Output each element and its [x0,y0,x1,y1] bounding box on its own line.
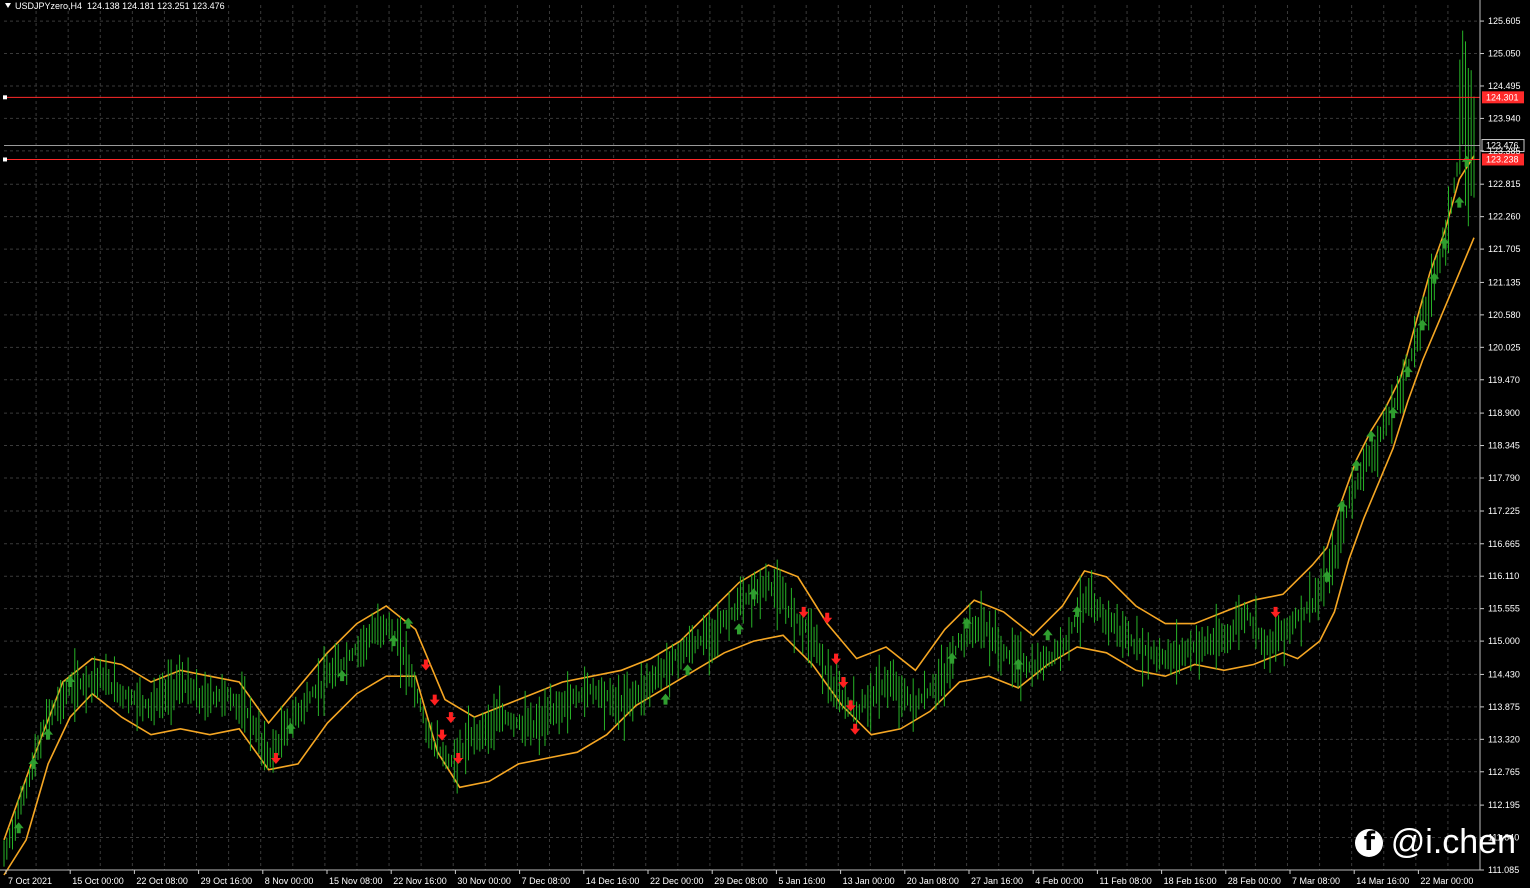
x-tick-label: 4 Feb 00:00 [1035,876,1083,886]
lower-level-label: 123.238 [1486,154,1519,164]
y-tick-label: 122.815 [1488,179,1521,189]
y-tick-label: 120.580 [1488,310,1521,320]
chart-background [0,0,1530,888]
y-tick-label: 123.385 [1488,146,1521,156]
x-tick-label: 22 Nov 16:00 [393,876,447,886]
x-tick-label: 13 Jan 00:00 [843,876,895,886]
x-tick-label: 29 Oct 16:00 [201,876,253,886]
y-tick-label: 117.790 [1488,473,1520,483]
x-tick-label: 8 Nov 00:00 [265,876,314,886]
y-tick-label: 123.940 [1488,113,1521,123]
y-tick-label: 113.875 [1488,702,1520,712]
x-tick-label: 11 Feb 08:00 [1099,876,1151,886]
level-handle [3,95,7,100]
x-tick-label: 14 Mar 16:00 [1356,876,1409,886]
x-tick-label: 22 Mar 00:00 [1420,876,1473,886]
y-tick-label: 125.605 [1488,16,1521,26]
x-tick-label: 30 Nov 00:00 [457,876,511,886]
chart-header: USDJPYzero,H4 124.138 124.181 123.251 12… [5,1,225,11]
x-tick-label: 29 Dec 08:00 [714,876,768,886]
x-tick-label: 7 Oct 2021 [8,876,52,886]
y-tick-label: 118.900 [1488,408,1520,418]
watermark: @i.chen [1354,823,1516,862]
y-tick-label: 124.495 [1488,81,1521,91]
x-tick-label: 27 Jan 16:00 [971,876,1023,886]
watermark-text: @i.chen [1390,823,1516,861]
y-tick-label: 120.025 [1488,342,1521,352]
upper-level-label: 124.301 [1486,92,1519,102]
y-tick-label: 111.085 [1488,865,1519,875]
y-tick-label: 114.430 [1488,669,1520,679]
x-tick-label: 22 Dec 00:00 [650,876,704,886]
x-tick-label: 7 Mar 08:00 [1292,876,1340,886]
x-tick-label: 14 Dec 16:00 [586,876,640,886]
symbol-label: USDJPYzero,H4 [15,1,83,11]
y-tick-label: 116.665 [1488,539,1520,549]
x-tick-label: 15 Nov 08:00 [329,876,383,886]
dropdown-triangle-icon[interactable] [5,3,11,8]
y-tick-label: 119.470 [1488,375,1520,385]
x-tick-label: 5 Jan 16:00 [778,876,825,886]
x-tick-label: 22 Oct 08:00 [136,876,188,886]
facebook-icon [1354,827,1383,857]
x-tick-label: 15 Oct 00:00 [72,876,124,886]
x-tick-label: 18 Feb 16:00 [1164,876,1217,886]
y-tick-label: 118.345 [1488,441,1520,451]
y-tick-label: 115.000 [1488,636,1520,646]
x-tick-label: 28 Feb 00:00 [1228,876,1281,886]
y-tick-label: 112.195 [1488,800,1520,810]
price-chart[interactable]: 124.301123.238123.476 125.605125.050124.… [0,0,1530,888]
x-tick-label: 7 Dec 08:00 [522,876,571,886]
ohlc-values: 124.138 124.181 123.251 123.476 [87,1,225,11]
y-tick-label: 117.225 [1488,506,1520,516]
y-tick-label: 116.110 [1488,571,1519,581]
y-tick-label: 125.050 [1488,49,1521,59]
y-tick-label: 122.260 [1488,212,1521,222]
y-tick-label: 121.705 [1488,244,1521,254]
y-tick-label: 121.135 [1488,277,1521,287]
x-tick-label: 20 Jan 08:00 [907,876,959,886]
y-tick-label: 115.555 [1488,604,1520,614]
level-handle [3,157,7,162]
y-tick-label: 112.765 [1488,767,1520,777]
y-tick-label: 113.320 [1488,734,1520,744]
